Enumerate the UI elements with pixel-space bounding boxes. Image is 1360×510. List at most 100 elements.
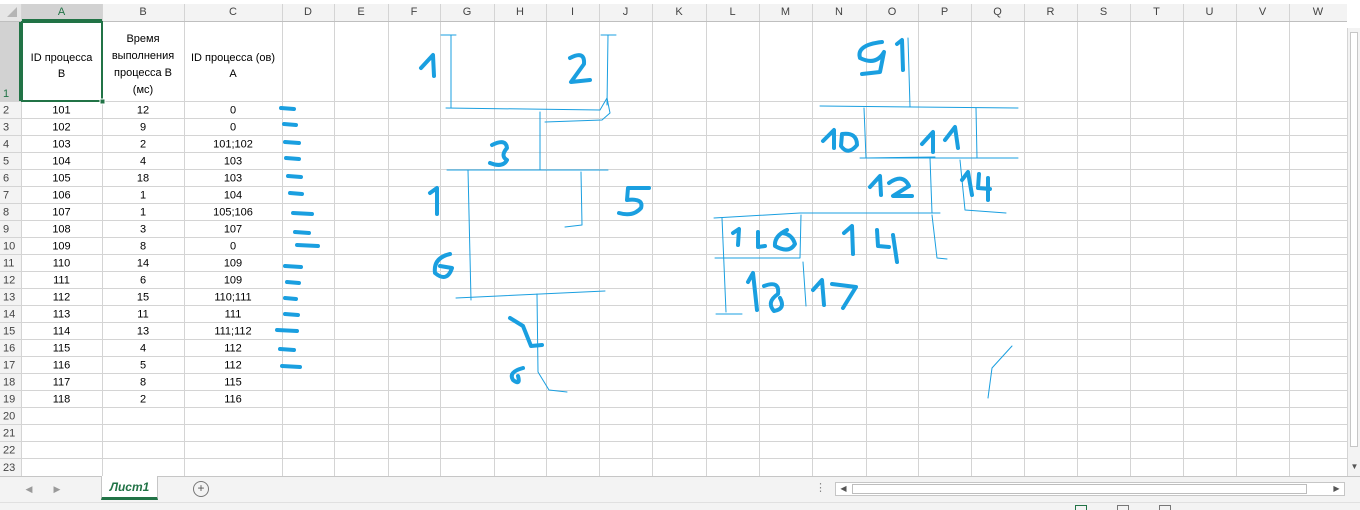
- table-cell[interactable]: 109: [224, 275, 242, 287]
- column-header-S[interactable]: S: [1100, 6, 1107, 18]
- table-cell[interactable]: 115: [224, 377, 242, 389]
- table-cell[interactable]: 109: [52, 241, 70, 253]
- table-cell[interactable]: 102: [52, 122, 70, 134]
- table-cell[interactable]: 0: [230, 241, 236, 253]
- table-cell[interactable]: 112: [53, 292, 71, 304]
- page-layout-view-icon[interactable]: [1117, 505, 1129, 510]
- table-cell[interactable]: 2: [140, 139, 146, 151]
- column-header-U[interactable]: U: [1206, 6, 1214, 18]
- table-cell[interactable]: 107: [224, 224, 242, 236]
- horizontal-scrollbar[interactable]: ◀ ▶: [835, 482, 1345, 496]
- table-cell[interactable]: 15: [137, 292, 149, 304]
- column-header-Q[interactable]: Q: [993, 6, 1002, 18]
- vertical-scroll-thumb[interactable]: [1350, 32, 1358, 447]
- column-header-A[interactable]: A: [58, 6, 66, 18]
- table-cell[interactable]: 110;111: [214, 292, 251, 304]
- table-cell[interactable]: 118: [53, 394, 71, 406]
- table-cell[interactable]: 105: [52, 173, 70, 185]
- row-header-10[interactable]: 10: [3, 241, 15, 253]
- scroll-down-icon[interactable]: ▼: [1350, 462, 1359, 472]
- table-cell[interactable]: 104: [52, 156, 70, 168]
- column-header-L[interactable]: L: [729, 6, 735, 18]
- table-cell[interactable]: 115: [53, 343, 71, 355]
- table-cell[interactable]: 1: [140, 207, 146, 219]
- scroll-right-icon[interactable]: ▶: [1330, 483, 1343, 495]
- table-cell[interactable]: 116: [224, 394, 242, 406]
- table-cell[interactable]: 12: [137, 105, 149, 117]
- table-cell[interactable]: 8: [140, 241, 146, 253]
- row-header-1[interactable]: 1: [3, 88, 9, 100]
- row-header-14[interactable]: 14: [3, 309, 15, 321]
- scroll-left-icon[interactable]: ◀: [837, 483, 850, 495]
- row-header-22[interactable]: 22: [3, 445, 15, 457]
- spreadsheet-grid[interactable]: A B C D E F G H I J K L M N O P Q R S T U V W12345678910111213…: [0, 0, 1347, 476]
- vertical-scrollbar[interactable]: ▼: [1347, 28, 1360, 476]
- table-cell[interactable]: 4: [140, 156, 146, 168]
- table-cell[interactable]: 104: [224, 190, 242, 202]
- table-cell[interactable]: 116: [53, 360, 71, 372]
- table-cell[interactable]: 111;112: [214, 326, 251, 338]
- tab-splitter-icon[interactable]: ⋮: [815, 481, 826, 494]
- table-cell[interactable]: 111: [53, 275, 70, 287]
- table-cell[interactable]: 103: [224, 156, 242, 168]
- column-header-N[interactable]: N: [835, 6, 843, 18]
- column-header-O[interactable]: O: [888, 6, 897, 18]
- row-header-6[interactable]: 6: [3, 173, 9, 185]
- table-cell[interactable]: 6: [140, 275, 146, 287]
- column-header-J[interactable]: J: [623, 6, 629, 18]
- table-cell[interactable]: 101;102: [213, 139, 253, 151]
- normal-view-icon[interactable]: [1075, 505, 1087, 510]
- next-sheet-icon[interactable]: ▶: [50, 483, 64, 495]
- row-header-23[interactable]: 23: [3, 462, 15, 474]
- row-header-20[interactable]: 20: [3, 411, 15, 423]
- table-cell[interactable]: 110: [53, 258, 71, 270]
- page-break-view-icon[interactable]: [1159, 505, 1171, 510]
- table-cell[interactable]: 112: [224, 360, 242, 372]
- table-cell[interactable]: 11: [137, 309, 148, 321]
- table-cell[interactable]: 105;106: [213, 207, 253, 219]
- column-header-M[interactable]: M: [781, 6, 790, 18]
- row-header-5[interactable]: 5: [3, 156, 9, 168]
- column-header-G[interactable]: G: [463, 6, 472, 18]
- table-cell[interactable]: 107: [52, 207, 70, 219]
- column-header-T[interactable]: T: [1153, 6, 1160, 18]
- table-cell[interactable]: 111: [225, 309, 242, 321]
- table-cell[interactable]: 109: [224, 258, 242, 270]
- table-cell[interactable]: 1: [140, 190, 146, 202]
- table-cell[interactable]: 101: [52, 105, 70, 117]
- add-sheet-button[interactable]: +: [193, 481, 209, 497]
- table-cell[interactable]: 9: [140, 122, 146, 134]
- row-header-13[interactable]: 13: [3, 292, 15, 304]
- row-header-7[interactable]: 7: [3, 190, 9, 202]
- table-cell[interactable]: 13: [137, 326, 149, 338]
- table-cell[interactable]: 103: [52, 139, 70, 151]
- column-header-H[interactable]: H: [516, 6, 524, 18]
- column-header-F[interactable]: F: [411, 6, 418, 18]
- table-cell[interactable]: 8: [140, 377, 146, 389]
- column-header-P[interactable]: P: [941, 6, 948, 18]
- table-cell[interactable]: 14: [137, 258, 149, 270]
- table-cell[interactable]: 0: [230, 105, 236, 117]
- table-cell[interactable]: 117: [53, 377, 71, 389]
- table-cell[interactable]: 114: [53, 326, 71, 338]
- table-cell[interactable]: 113: [53, 309, 71, 321]
- row-header-2[interactable]: 2: [3, 105, 9, 117]
- fill-handle[interactable]: [99, 98, 106, 105]
- column-header-D[interactable]: D: [304, 6, 312, 18]
- prev-sheet-icon[interactable]: ◀: [22, 483, 36, 495]
- table-cell[interactable]: 3: [140, 224, 146, 236]
- row-header-21[interactable]: 21: [3, 428, 15, 440]
- column-header-W[interactable]: W: [1313, 6, 1324, 18]
- row-header-18[interactable]: 18: [3, 377, 15, 389]
- table-cell[interactable]: 5: [140, 360, 146, 372]
- row-header-16[interactable]: 16: [3, 343, 15, 355]
- table-cell[interactable]: 103: [224, 173, 242, 185]
- row-header-12[interactable]: 12: [3, 275, 15, 287]
- table-cell[interactable]: 112: [224, 343, 242, 355]
- row-header-8[interactable]: 8: [3, 207, 9, 219]
- column-header-I[interactable]: I: [571, 6, 574, 18]
- column-header-C[interactable]: C: [229, 6, 237, 18]
- row-header-3[interactable]: 3: [3, 122, 9, 134]
- sheet-tab-list1[interactable]: Лист1: [101, 476, 158, 500]
- column-header-K[interactable]: K: [675, 6, 683, 18]
